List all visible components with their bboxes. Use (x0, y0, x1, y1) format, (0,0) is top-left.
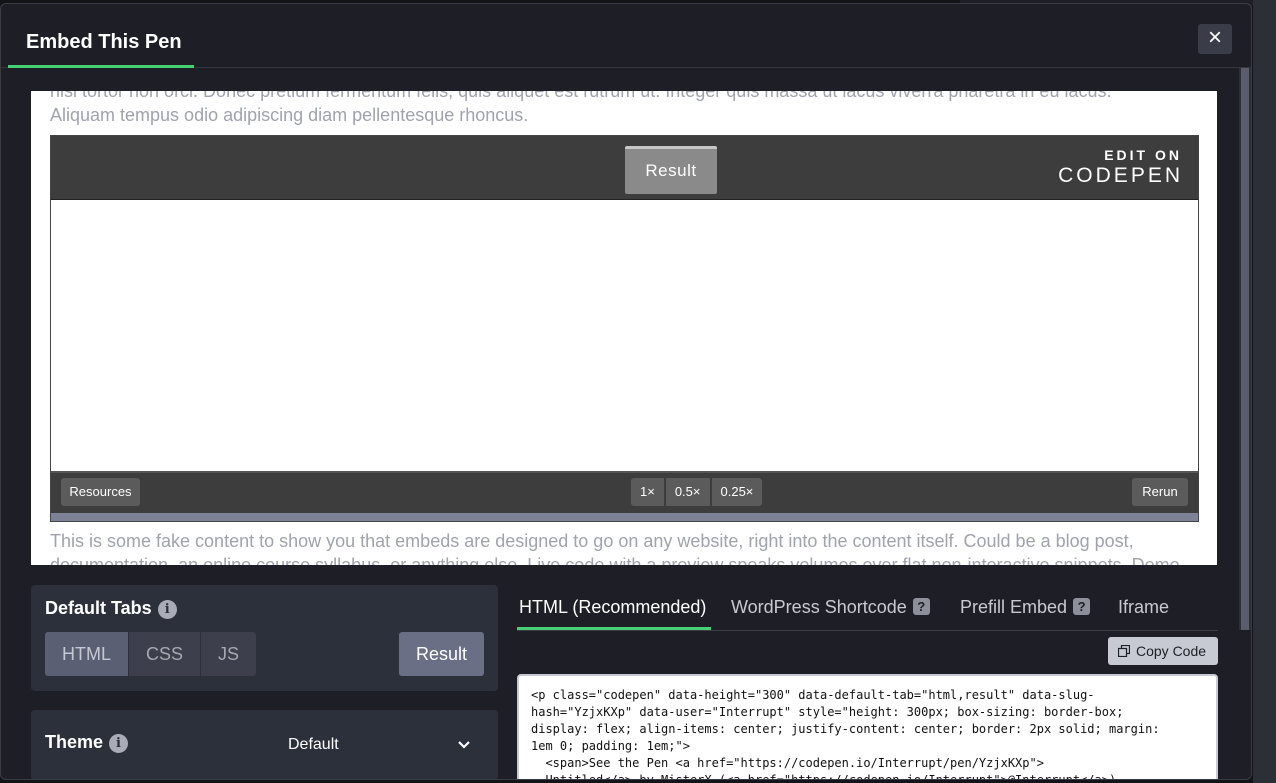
help-icon[interactable]: ? (912, 598, 930, 615)
copy-code-label: Copy Code (1136, 643, 1207, 659)
tab-label: HTML (Recommended) (519, 597, 707, 617)
close-icon: × (1207, 24, 1222, 51)
default-tab-css[interactable]: CSS (129, 632, 202, 676)
default-tabs-panel: Default Tabs i HTML CSS JS Result (31, 585, 498, 691)
copy-code-button[interactable]: Copy Code (1108, 637, 1218, 665)
preview-text: nisi tortor non orci. Donec pretium ferm… (50, 91, 1112, 101)
code-line: Untitled</a> by MisterX (<a href="https:… (531, 773, 1117, 780)
code-line: <span>See the Pen <a href="https://codep… (531, 756, 1044, 770)
default-tabs-label: Default Tabs i (45, 598, 177, 619)
close-button[interactable]: × (1198, 24, 1232, 54)
theme-label: Theme i (45, 732, 129, 753)
codepen-wordmark: CODEPEN (1058, 164, 1183, 187)
tab-html-recommended[interactable]: HTML (Recommended) (519, 597, 706, 618)
theme-panel: Theme i Default (31, 710, 498, 779)
codepen-embed: Result EDIT ON CODEPEN Resources 1× 0.5×… (50, 135, 1199, 522)
tab-label: Iframe (1118, 597, 1170, 617)
zoom-controls: 1× 0.5× 0.25× (631, 478, 763, 506)
embed-code-textarea[interactable]: <p class="codepen" data-height="300" dat… (517, 674, 1218, 780)
info-icon[interactable]: i (109, 734, 129, 753)
default-tab-js[interactable]: JS (201, 632, 257, 676)
active-tab-underline (517, 627, 711, 630)
preview-scrollbar-thumb[interactable] (1241, 68, 1249, 630)
tab-iframe[interactable]: Iframe (1118, 597, 1169, 618)
tab-label: Prefill Embed (960, 597, 1068, 617)
preview-text: Aliquam tempus odio adipiscing diam pell… (50, 105, 529, 125)
tab-label: WordPress Shortcode (731, 597, 907, 617)
embed-result-area (51, 200, 1198, 471)
tab-wordpress-shortcode[interactable]: WordPress Shortcode? (731, 597, 930, 618)
default-tab-result[interactable]: Result (399, 632, 484, 676)
tab-prefill-embed[interactable]: Prefill Embed? (960, 597, 1091, 618)
code-line: <p class="codepen" data-height="300" dat… (531, 688, 1095, 702)
default-tabs-selector: HTML CSS JS (45, 632, 257, 676)
rerun-button[interactable]: Rerun (1132, 478, 1188, 506)
code-format-tabs: HTML (Recommended) WordPress Shortcode? … (517, 585, 1218, 631)
theme-label-text: Theme (45, 732, 104, 752)
modal-header: Embed This Pen × (1, 4, 1251, 68)
preview-text: documentation, an online course syllabus… (50, 555, 1180, 565)
default-tabs-label-text: Default Tabs (45, 598, 152, 618)
help-icon[interactable]: ? (1073, 598, 1091, 615)
title-underline (8, 65, 194, 68)
background-page-edge (1253, 0, 1276, 783)
copy-icon (1118, 645, 1130, 657)
zoom-0-5x-button[interactable]: 0.5× (665, 478, 710, 506)
code-line: hash="YzjxKXp" data-user="Interrupt" sty… (531, 705, 1124, 719)
embed-header: Result EDIT ON CODEPEN (51, 136, 1198, 200)
theme-select-value[interactable]: Default (288, 736, 339, 754)
embed-preview: nisi tortor non orci. Donec pretium ferm… (31, 91, 1217, 565)
codepen-logo[interactable]: CODEPEN (1058, 164, 1183, 188)
embed-modal: Embed This Pen × nisi tortor non orci. D… (0, 3, 1252, 780)
edit-on-label[interactable]: EDIT ON (1104, 147, 1182, 163)
chevron-down-icon[interactable] (455, 736, 473, 754)
preview-text: This is some fake content to show you th… (50, 531, 1134, 551)
zoom-1x-button[interactable]: 1× (631, 478, 664, 506)
modal-title: Embed This Pen (26, 31, 182, 53)
embed-footer: Resources 1× 0.5× 0.25× Rerun (51, 471, 1198, 513)
default-tab-html[interactable]: HTML (45, 632, 129, 676)
info-icon[interactable]: i (157, 600, 177, 619)
zoom-0-25x-button[interactable]: 0.25× (711, 478, 763, 506)
resources-button[interactable]: Resources (61, 478, 140, 506)
code-line: display: flex; align-items: center; just… (531, 722, 1160, 736)
embed-footer-strip (51, 513, 1198, 521)
code-line: 1em 0; padding: 1em;"> (531, 739, 690, 753)
embed-result-tab[interactable]: Result (625, 146, 717, 194)
